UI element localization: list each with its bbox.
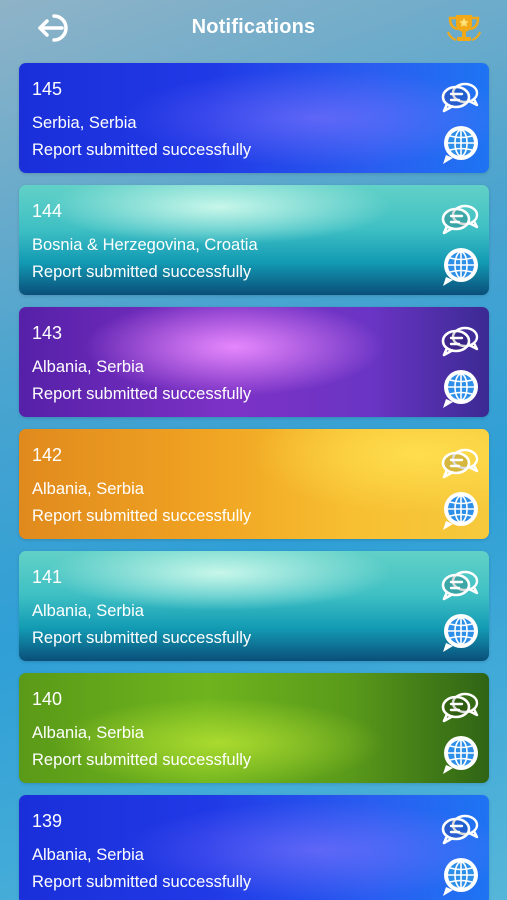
globe-button[interactable] [441, 491, 479, 531]
notification-location: Albania, Serbia [32, 724, 144, 742]
chat-bubbles-icon [441, 570, 479, 601]
globe-button[interactable] [441, 369, 479, 409]
notification-list: 145 Serbia, Serbia Report submitted succ… [19, 63, 489, 900]
notification-message: Report submitted successfully [32, 751, 252, 769]
chat-bubbles-icon [441, 82, 479, 113]
top-bar: Notifications [0, 0, 507, 56]
chat-button[interactable] [441, 81, 479, 113]
notification-card[interactable]: 141 Albania, Serbia Report submitted suc… [19, 551, 489, 661]
notification-location: Albania, Serbia [32, 358, 144, 376]
globe-speech-icon [443, 248, 478, 286]
trophy-icon [447, 15, 481, 41]
chat-button[interactable] [441, 325, 479, 357]
chat-button[interactable] [441, 691, 479, 723]
notification-message: Report submitted successfully [32, 141, 252, 159]
notification-message: Report submitted successfully [32, 873, 252, 891]
chat-bubbles-icon [441, 326, 479, 357]
notification-number: 145 [32, 79, 63, 99]
notification-number: 144 [32, 201, 63, 221]
globe-speech-icon [443, 614, 478, 652]
notification-card[interactable]: 144 Bosnia & Herzegovina, Croatia Report… [19, 185, 489, 295]
notification-card[interactable]: 143 Albania, Serbia Report submitted suc… [19, 307, 489, 417]
notification-number: 141 [32, 567, 63, 587]
notification-message: Report submitted successfully [32, 507, 252, 525]
notification-card[interactable]: 145 Serbia, Serbia Report submitted succ… [19, 63, 489, 173]
achievements-button[interactable] [444, 10, 484, 46]
chat-button[interactable] [441, 813, 479, 845]
chat-bubbles-icon [441, 814, 479, 845]
notification-location: Albania, Serbia [32, 602, 144, 620]
chat-button[interactable] [441, 447, 479, 479]
globe-button[interactable] [441, 613, 479, 653]
notification-number: 139 [32, 811, 63, 831]
globe-speech-icon [443, 370, 478, 408]
notification-card[interactable]: 139 Albania, Serbia Report submitted suc… [19, 795, 489, 900]
notification-location: Albania, Serbia [32, 480, 144, 498]
page-title: Notifications [191, 16, 316, 38]
chat-bubbles-icon [441, 448, 479, 479]
notification-card[interactable]: 140 Albania, Serbia Report submitted suc… [19, 673, 489, 783]
notification-location: Albania, Serbia [32, 846, 144, 864]
notification-message: Report submitted successfully [32, 385, 252, 403]
globe-button[interactable] [441, 125, 479, 165]
globe-speech-icon [443, 492, 478, 530]
notification-message: Report submitted successfully [32, 629, 252, 647]
globe-button[interactable] [441, 735, 479, 775]
notification-number: 142 [32, 445, 63, 465]
chat-button[interactable] [441, 569, 479, 601]
globe-speech-icon [443, 858, 478, 896]
globe-speech-icon [443, 126, 478, 164]
globe-button[interactable] [441, 247, 479, 287]
notification-number: 143 [32, 323, 63, 343]
chat-bubbles-icon [441, 692, 479, 723]
notification-card[interactable]: 142 Albania, Serbia Report submitted suc… [19, 429, 489, 539]
chat-bubbles-icon [441, 204, 479, 235]
globe-button[interactable] [441, 857, 479, 897]
notification-number: 140 [32, 689, 63, 709]
globe-speech-icon [443, 736, 478, 774]
chat-button[interactable] [441, 203, 479, 235]
notification-location: Bosnia & Herzegovina, Croatia [32, 236, 258, 254]
notification-location: Serbia, Serbia [32, 114, 137, 132]
notification-message: Report submitted successfully [32, 263, 252, 281]
